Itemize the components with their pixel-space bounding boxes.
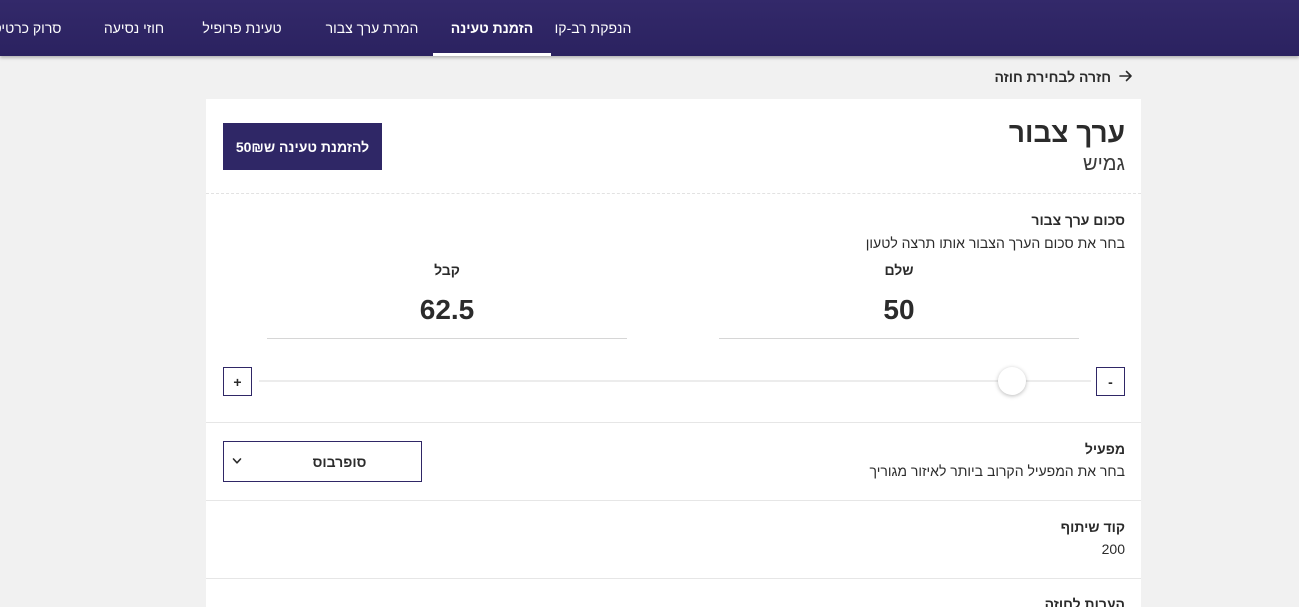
amount-description: בחר את סכום הערך הצבור אותו תרצה לטעון	[865, 235, 1125, 251]
increase-button[interactable]: +	[223, 367, 252, 396]
arrow-right-icon	[1119, 69, 1133, 86]
product-subtitle: גמיש	[1083, 153, 1125, 175]
operator-select[interactable]: סופרבוס	[223, 441, 422, 482]
tab-order-load[interactable]: הזמנת טעינה	[433, 0, 551, 56]
back-link-label: חזרה לבחירת חוזה	[994, 69, 1111, 85]
pay-underline	[719, 338, 1079, 339]
operator-title: מפעיל	[1084, 441, 1125, 457]
chevron-down-icon	[232, 453, 242, 471]
pay-label: שלם	[884, 262, 914, 278]
pay-value: 50	[883, 294, 915, 325]
notes-title: הערות לחוזה	[1044, 596, 1125, 607]
operator-selected-value: סופרבוס	[312, 453, 367, 470]
amount-title: סכום ערך צבור	[1031, 212, 1125, 228]
tab-scan-card[interactable]: סרוק כרטיס	[0, 0, 72, 56]
pay-amount: שלם 50	[719, 262, 1079, 339]
receive-amount: קבל 62.5	[267, 262, 627, 339]
receive-label: קבל	[434, 262, 460, 278]
share-code-divider	[206, 578, 1141, 579]
share-code-value: 200	[1101, 541, 1125, 557]
contract-card: ערך צבור גמיש להזמנת טעינה ש50₪ סכום ערך…	[206, 99, 1141, 607]
top-nav: הנפקת רב-קו הזמנת טעינה המרת ערך צבור טע…	[0, 0, 1299, 56]
receive-underline	[267, 338, 627, 339]
back-to-contract-link[interactable]: חזרה לבחירת חוזה	[994, 67, 1133, 87]
order-load-button[interactable]: להזמנת טעינה ש50₪	[223, 123, 382, 170]
product-title: ערך צבור	[1008, 117, 1125, 148]
tab-ravkav-issue[interactable]: הנפקת רב-קו	[534, 0, 652, 56]
amount-slider-thumb[interactable]	[997, 367, 1026, 395]
tab-profile-load[interactable]: טעינת פרופיל	[187, 0, 297, 56]
tab-travel-contracts[interactable]: חוזי נסיעה	[89, 0, 179, 56]
amount-slider-track[interactable]	[259, 380, 1091, 382]
receive-value: 62.5	[419, 294, 475, 325]
decrease-button[interactable]: -	[1096, 367, 1125, 396]
tab-stored-value-convert[interactable]: המרת ערך צבור	[307, 0, 437, 56]
operator-divider	[206, 500, 1141, 501]
header-divider	[206, 193, 1141, 194]
operator-description: בחר את המפעיל הקרוב ביותר לאיזור מגוריך	[869, 463, 1126, 479]
share-code-title: קוד שיתוף	[1060, 519, 1125, 535]
amount-divider	[206, 422, 1141, 423]
